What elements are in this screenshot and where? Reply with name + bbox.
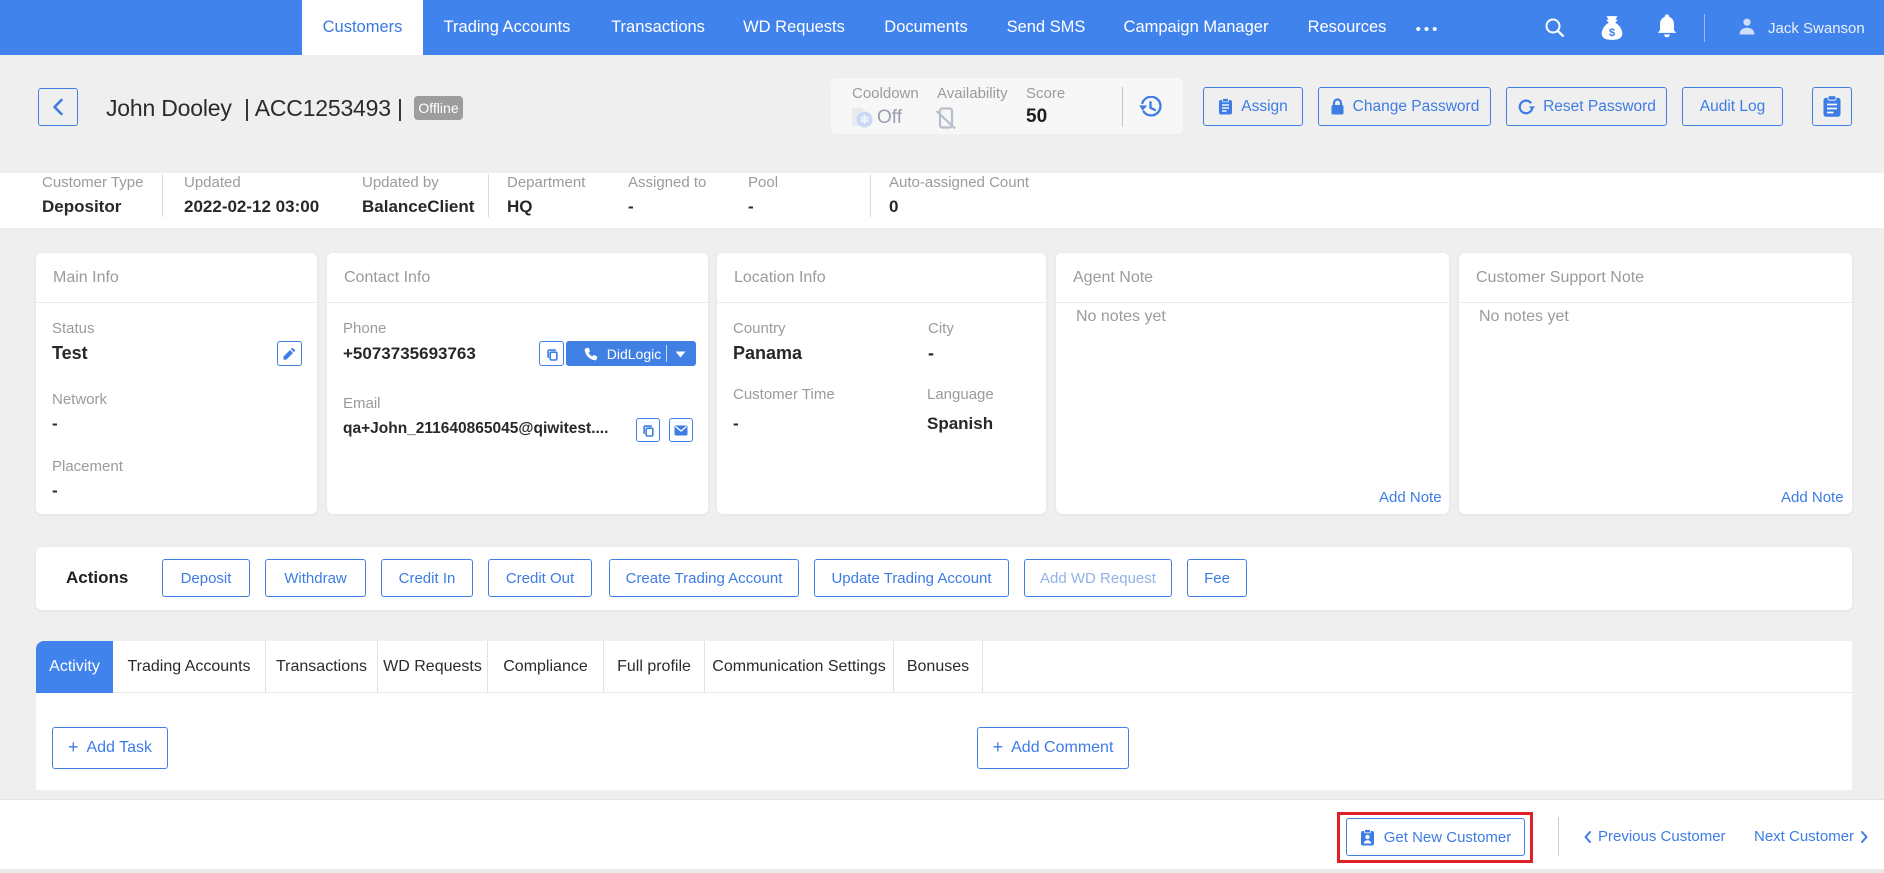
svg-text:$: $: [1609, 27, 1616, 39]
svg-text:❄: ❄: [859, 113, 869, 127]
